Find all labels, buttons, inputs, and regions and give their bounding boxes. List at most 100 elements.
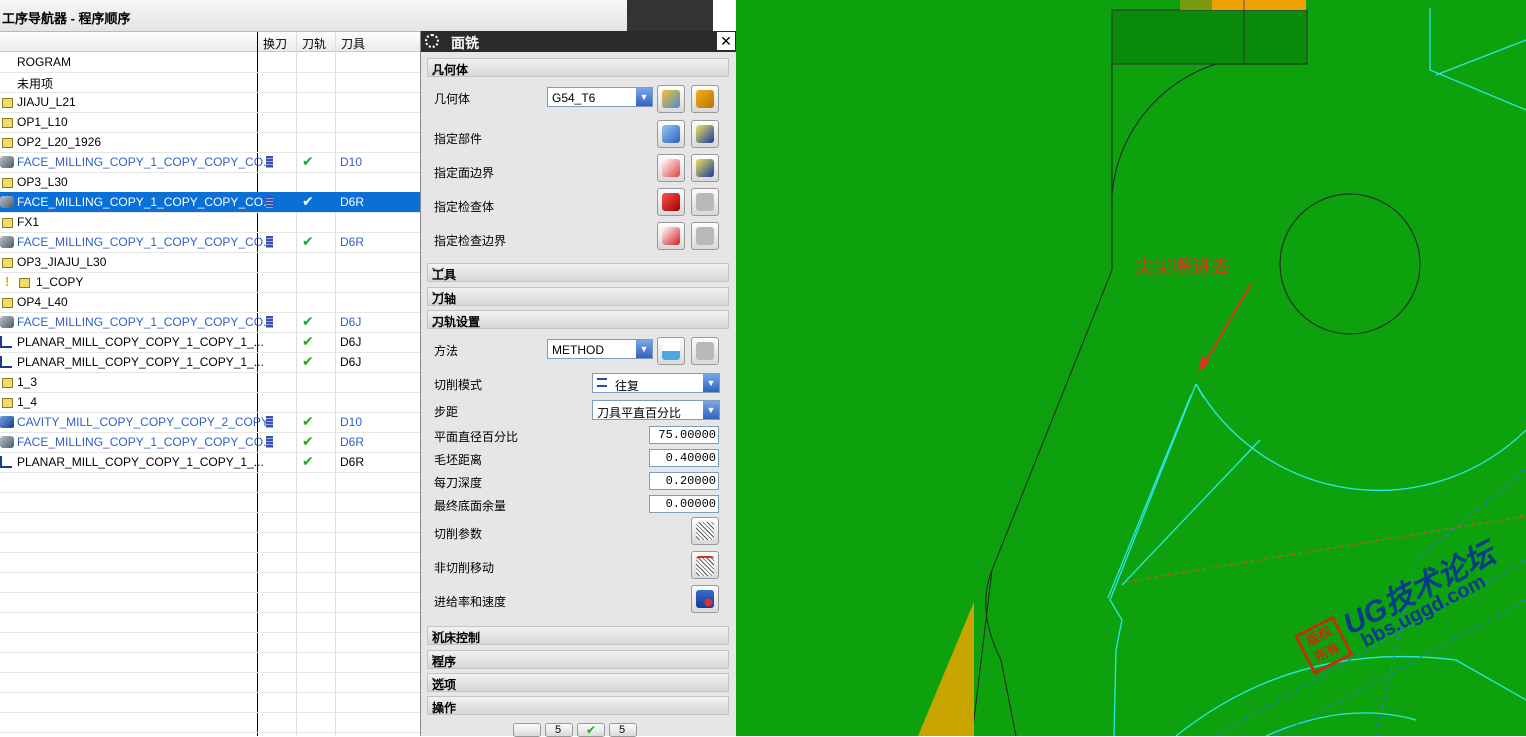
table-row[interactable] (0, 692, 420, 713)
check-icon: ✔ (302, 233, 314, 249)
column-toolpath[interactable]: 刀轨 (302, 35, 326, 52)
close-button[interactable]: ✕ (717, 32, 735, 50)
wrench-icon (696, 90, 714, 108)
verify-button[interactable]: ✔ (577, 723, 605, 737)
depth-per-cut-input[interactable]: 0.20000 (649, 472, 719, 490)
section-program[interactable]: 程序 ﹀ (427, 650, 729, 669)
face-boundary-icon (662, 159, 680, 177)
table-row[interactable] (0, 552, 420, 573)
table-row[interactable] (0, 612, 420, 633)
section-path-settings[interactable]: 刀轨设置 ︿ (427, 310, 729, 329)
show-face-boundary-button[interactable] (691, 154, 719, 182)
table-row[interactable]: FACE_MILLING_COPY_1_COPY_COPY_CO... ✔ D6R (0, 432, 420, 453)
stepover-select[interactable]: 刀具平直百分比 ▼ (592, 400, 720, 420)
table-row[interactable]: FACE_MILLING_COPY_1_COPY_COPY_CO... ✔ D6R (0, 232, 420, 253)
cut-pattern-select[interactable]: 往复 ▼ (592, 373, 720, 393)
specify-part-button[interactable] (657, 120, 685, 148)
blank-distance-input[interactable]: 0.40000 (649, 449, 719, 467)
section-tool[interactable]: 工具 ﹀ (427, 263, 729, 282)
column-tool-change[interactable]: 换刀 (263, 35, 287, 52)
check-icon: ✔ (586, 723, 597, 737)
table-row[interactable]: ! 1_COPY (0, 272, 420, 293)
specify-check-boundary-button[interactable] (657, 222, 685, 250)
operation-name: PLANAR_MILL_COPY_COPY_1_COPY_1_... (17, 335, 264, 349)
check-icon: ✔ (302, 193, 314, 209)
edit-method-button[interactable] (691, 337, 719, 365)
navigator-title: 工序导航器 - 程序顺序 (2, 11, 131, 26)
zigzag-icon (597, 378, 607, 387)
column-tool[interactable]: 刀具 (341, 35, 365, 52)
geometry-select[interactable]: G54_T6 ▼ (547, 87, 653, 107)
table-row[interactable]: 未用项 (0, 72, 420, 93)
gear-icon[interactable] (425, 34, 439, 48)
final-floor-stock-input[interactable]: 0.00000 (649, 495, 719, 513)
non-cutting-icon (696, 556, 714, 576)
table-row[interactable]: CAVITY_MILL_COPY_COPY_COPY_2_COPY ✔ D10 (0, 412, 420, 433)
table-row[interactable]: PLANAR_MILL_COPY_COPY_1_COPY_1_... ✔ D6R (0, 452, 420, 473)
table-row[interactable] (0, 492, 420, 513)
flashlight-icon (696, 125, 714, 143)
table-row[interactable]: OP1_L10 (0, 112, 420, 133)
table-row[interactable] (0, 672, 420, 693)
section-geometry[interactable]: 几何体 ︿ (427, 58, 729, 77)
show-check-body-button[interactable] (691, 188, 719, 216)
final-floor-stock-label: 最终底面余量 (434, 499, 507, 513)
depth-per-cut-label: 每刀深度 (434, 476, 483, 490)
cutting-params-button[interactable] (691, 517, 719, 545)
specify-face-boundary-button[interactable] (657, 154, 685, 182)
part-body-icon (662, 125, 680, 143)
table-row[interactable] (0, 512, 420, 533)
table-row[interactable]: FACE_MILLING_COPY_1_COPY_COPY_CO... ✔ D10 (0, 152, 420, 173)
operation-name: FX1 (17, 215, 40, 229)
model-hole (1279, 193, 1421, 335)
new-method-button[interactable] (657, 337, 685, 365)
chevron-down-icon: ﹀ (432, 654, 445, 668)
table-row[interactable] (0, 532, 420, 553)
non-cutting-button[interactable] (691, 551, 719, 579)
method-select[interactable]: METHOD ▼ (547, 339, 653, 359)
section-tool-axis[interactable]: 刀轴 ﹀ (427, 287, 729, 306)
specify-check-body-label: 指定检查体 (434, 200, 495, 214)
table-row[interactable]: JIAJU_L21 (0, 92, 420, 113)
table-row[interactable] (0, 472, 420, 493)
wrench-icon (696, 342, 714, 360)
table-row[interactable]: OP2_L20_1926 (0, 132, 420, 153)
show-check-boundary-button[interactable] (691, 222, 719, 250)
table-row[interactable]: OP4_L40 (0, 292, 420, 313)
warning-folder-icon: ! (5, 274, 33, 289)
table-row[interactable]: PLANAR_MILL_COPY_COPY_1_COPY_1_... ✔ D6J (0, 352, 420, 373)
model-top-face (1180, 0, 1212, 10)
table-row[interactable]: 1_3 (0, 372, 420, 393)
tool-change-icon (266, 156, 273, 168)
table-row[interactable] (0, 572, 420, 593)
list-button[interactable]: 5 (609, 723, 637, 737)
table-row[interactable] (0, 652, 420, 673)
table-row[interactable]: FACE_MILLING_COPY_1_COPY_COPY_CO... ✔ D6R (0, 192, 420, 213)
geometry-select-value: G54_T6 (552, 91, 596, 105)
table-row[interactable]: OP3_JIAJU_L30 (0, 252, 420, 273)
specify-check-body-button[interactable] (657, 188, 685, 216)
operation-name: OP1_L10 (17, 115, 68, 129)
show-part-button[interactable] (691, 120, 719, 148)
graphics-window[interactable]: 尖尖嘴进去 版权所有 UG技术论坛 bbs.uggd.com (736, 0, 1526, 736)
table-row[interactable]: FX1 (0, 212, 420, 233)
section-machine-control[interactable]: 机床控制 ﹀ (427, 626, 729, 645)
table-row[interactable]: ROGRAM (0, 52, 420, 73)
new-geometry-button[interactable] (657, 85, 685, 113)
table-row[interactable]: PLANAR_MILL_COPY_COPY_1_COPY_1_... ✔ D6J (0, 332, 420, 353)
flat-diameter-input[interactable]: 75.00000 (649, 426, 719, 444)
tool-name: D10 (340, 155, 363, 169)
section-options[interactable]: 选项 ﹀ (427, 673, 729, 692)
table-row[interactable] (0, 712, 420, 733)
edit-geometry-button[interactable] (691, 85, 719, 113)
generate-button[interactable] (513, 723, 541, 737)
table-row[interactable]: OP3_L30 (0, 172, 420, 193)
replay-button[interactable]: 5 (545, 723, 573, 737)
table-row[interactable]: FACE_MILLING_COPY_1_COPY_COPY_CO... ✔ D6J (0, 312, 420, 333)
section-actions[interactable]: 操作 ︿ (427, 696, 729, 715)
table-row[interactable]: 1_4 (0, 392, 420, 413)
replay-button-label: 5 (555, 724, 562, 736)
table-row[interactable] (0, 632, 420, 653)
feeds-speeds-button[interactable] (691, 585, 719, 613)
table-row[interactable] (0, 592, 420, 613)
